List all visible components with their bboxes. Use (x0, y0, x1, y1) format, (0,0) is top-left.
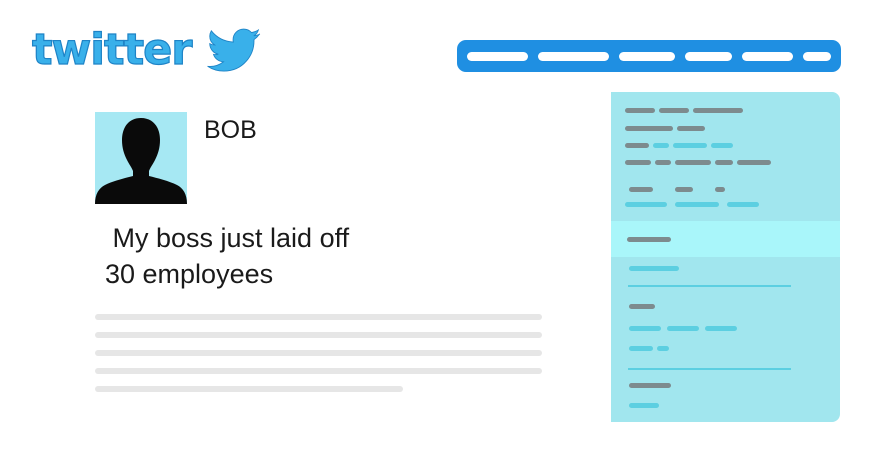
tweet-text: My boss just laid off 30 employees (105, 223, 350, 289)
sidebar-row[interactable] (625, 202, 759, 207)
sidebar-link[interactable] (629, 346, 669, 351)
twitter-logo-graphic: twitter (31, 24, 261, 76)
nav-item[interactable] (619, 51, 675, 61)
tweet-author-name[interactable]: BOB (204, 116, 257, 145)
placeholder-text-block (95, 314, 542, 404)
sidebar-row (629, 304, 655, 309)
sidebar-link[interactable] (629, 266, 679, 271)
placeholder-line (95, 314, 542, 320)
sidebar-row (629, 383, 671, 388)
nav-item[interactable] (467, 51, 529, 61)
placeholder-line (95, 332, 542, 338)
bird-icon (207, 28, 261, 72)
sidebar-row (625, 126, 705, 131)
nav-item[interactable] (803, 51, 831, 61)
avatar[interactable] (95, 112, 187, 204)
sidebar-divider (628, 285, 791, 287)
sidebar-panel (611, 92, 840, 422)
sidebar-link[interactable] (629, 403, 659, 408)
sidebar-divider (628, 368, 791, 370)
sidebar-row (629, 187, 725, 192)
user-silhouette-icon (95, 118, 187, 204)
top-navigation-bar (457, 40, 841, 72)
placeholder-line (95, 368, 542, 374)
sidebar-row (625, 108, 743, 113)
placeholder-line (95, 386, 403, 392)
nav-item[interactable] (538, 51, 610, 61)
sidebar-row (625, 160, 771, 165)
sidebar-selected-item[interactable] (611, 221, 840, 257)
sidebar-row (625, 143, 733, 148)
sidebar-link[interactable] (629, 326, 737, 331)
nav-item[interactable] (684, 51, 732, 61)
placeholder-line (95, 350, 542, 356)
twitter-logo[interactable]: twitter (30, 22, 275, 78)
nav-item[interactable] (742, 51, 794, 61)
logo-text: twitter (32, 25, 193, 75)
